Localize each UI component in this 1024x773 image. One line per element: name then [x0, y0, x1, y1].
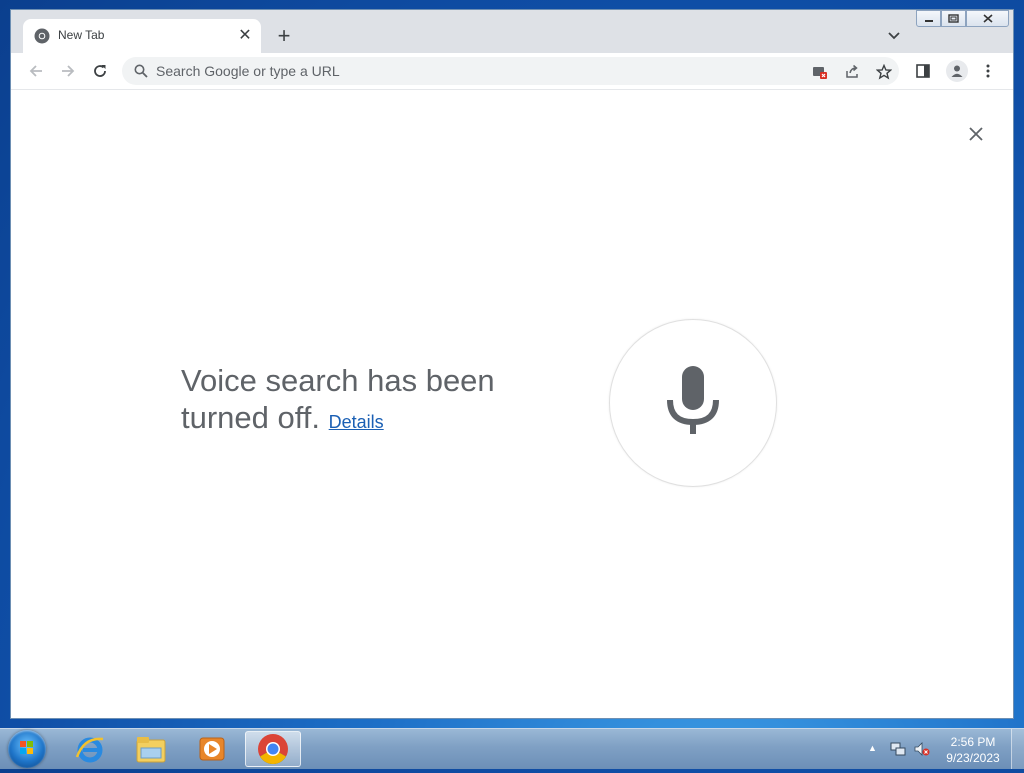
window-controls	[916, 10, 1009, 28]
internet-explorer-icon	[75, 737, 104, 763]
taskbar-chrome[interactable]	[245, 731, 301, 767]
windows-logo-icon	[20, 741, 33, 754]
forward-button[interactable]	[58, 61, 78, 81]
start-orb[interactable]	[8, 730, 46, 768]
plus-icon[interactable]: +	[273, 25, 295, 48]
search-icon	[134, 64, 148, 78]
close-icon[interactable]: ✕	[235, 26, 255, 46]
tray-expand-arrow[interactable]: ▲	[868, 743, 877, 753]
forward-arrow-icon	[62, 65, 75, 77]
chrome-icon	[258, 734, 288, 765]
tab-new-tab[interactable]: New Tab ✕	[23, 19, 261, 53]
taskbar-media-player[interactable]	[184, 731, 240, 767]
voice-search-message-block: Voice search has been turned off. Detail…	[181, 362, 541, 441]
restore-icon	[948, 14, 959, 23]
microphone-icon	[667, 366, 719, 434]
browser-toolbar: Search Google or type a URL	[11, 53, 1013, 90]
microphone-button[interactable]	[609, 319, 777, 487]
show-desktop-button[interactable]	[1011, 729, 1024, 769]
minimize-button[interactable]	[916, 10, 941, 27]
reload-button[interactable]	[90, 61, 110, 81]
clock-date: 9/23/2023	[946, 751, 1000, 765]
reload-icon	[94, 65, 106, 77]
side-panel-button[interactable]	[913, 61, 933, 81]
tab-strip: New Tab ✕ +	[11, 10, 1013, 53]
menu-icon	[986, 64, 990, 78]
close-icon	[982, 14, 993, 23]
voice-search-overlay: Voice search has been turned off. Detail…	[11, 90, 1013, 718]
close-icon[interactable]	[966, 124, 986, 144]
details-link[interactable]: Details	[329, 412, 384, 432]
restore-button[interactable]	[941, 10, 966, 27]
minimize-icon	[924, 19, 933, 22]
network-icon[interactable]	[890, 741, 906, 757]
chrome-window: New Tab ✕ + Search Google or type a URL …	[11, 10, 1013, 718]
extension-blocked-icon[interactable]	[812, 64, 828, 80]
taskbar-file-explorer[interactable]	[123, 731, 179, 767]
side-panel-icon	[916, 64, 930, 78]
chrome-icon	[34, 28, 50, 44]
taskbar: ▲ 2:56 PM 9/23/2023	[0, 728, 1024, 769]
profile-button[interactable]	[946, 60, 968, 82]
media-player-icon	[199, 737, 225, 761]
menu-button[interactable]	[978, 61, 998, 81]
clock-time: 2:56 PM	[950, 735, 996, 749]
address-bar[interactable]: Search Google or type a URL	[122, 57, 899, 85]
back-arrow-icon	[29, 65, 42, 77]
profile-icon	[951, 65, 963, 77]
window-close-button[interactable]	[966, 10, 1009, 27]
address-bar-placeholder: Search Google or type a URL	[156, 63, 340, 79]
tab-title: New Tab	[58, 28, 105, 42]
back-button[interactable]	[26, 61, 46, 81]
taskbar-internet-explorer[interactable]	[62, 731, 118, 767]
star-icon[interactable]	[876, 64, 892, 80]
chevron-down-icon[interactable]	[885, 28, 903, 44]
file-explorer-icon	[136, 737, 166, 763]
share-icon[interactable]	[844, 64, 860, 80]
volume-muted-icon[interactable]	[914, 741, 930, 757]
system-clock[interactable]: 2:56 PM 9/23/2023	[938, 734, 1008, 766]
